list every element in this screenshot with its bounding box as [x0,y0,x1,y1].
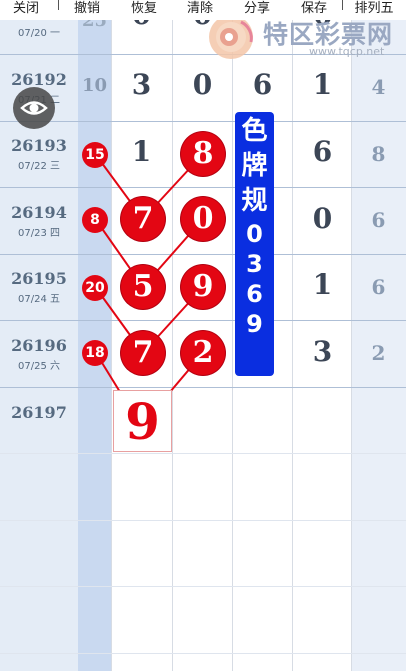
label-char: 规 [241,186,268,216]
eye-icon [20,101,48,115]
clear-button[interactable]: 清除 [177,0,223,20]
highlight-ball: 2 [181,331,225,375]
site-url: www.tqcp.net [309,45,385,58]
prediction-number: 9 [125,392,160,451]
toolbar-divider [58,0,59,10]
color-rule-label: 色 牌 规 0 3 6 9 [235,112,274,376]
lottery-type-button[interactable]: 排列五 [348,0,400,20]
sum-badge: 20 [82,275,108,301]
label-digit: 9 [246,310,263,338]
redo-button[interactable]: 恢复 [121,0,167,20]
save-button[interactable]: 保存 [291,0,337,20]
label-digit: 0 [246,220,263,248]
highlight-ball: 8 [181,132,225,176]
highlight-ball: 0 [181,197,225,241]
undo-button[interactable]: 撤销 [64,0,110,20]
top-toolbar: 关闭 撤销 恢复 清除 分享 保存 排列五 [0,0,406,20]
close-button[interactable]: 关闭 [4,0,48,20]
sum-badge: 18 [82,340,108,366]
toolbar-divider [342,0,343,10]
sum-badge: 8 [82,207,108,233]
highlight-ball: 7 [121,197,165,241]
highlight-ball: 9 [181,265,225,309]
label-char: 色 [241,116,268,146]
label-digit: 6 [246,280,263,308]
label-digit: 3 [246,250,263,278]
share-button[interactable]: 分享 [234,0,280,20]
prediction-cell: 9 [113,390,172,452]
highlight-ball: 7 [121,331,165,375]
visibility-toggle-button[interactable] [13,87,55,129]
label-char: 牌 [241,151,268,181]
highlight-ball: 5 [121,265,165,309]
sum-badge: 15 [82,142,108,168]
